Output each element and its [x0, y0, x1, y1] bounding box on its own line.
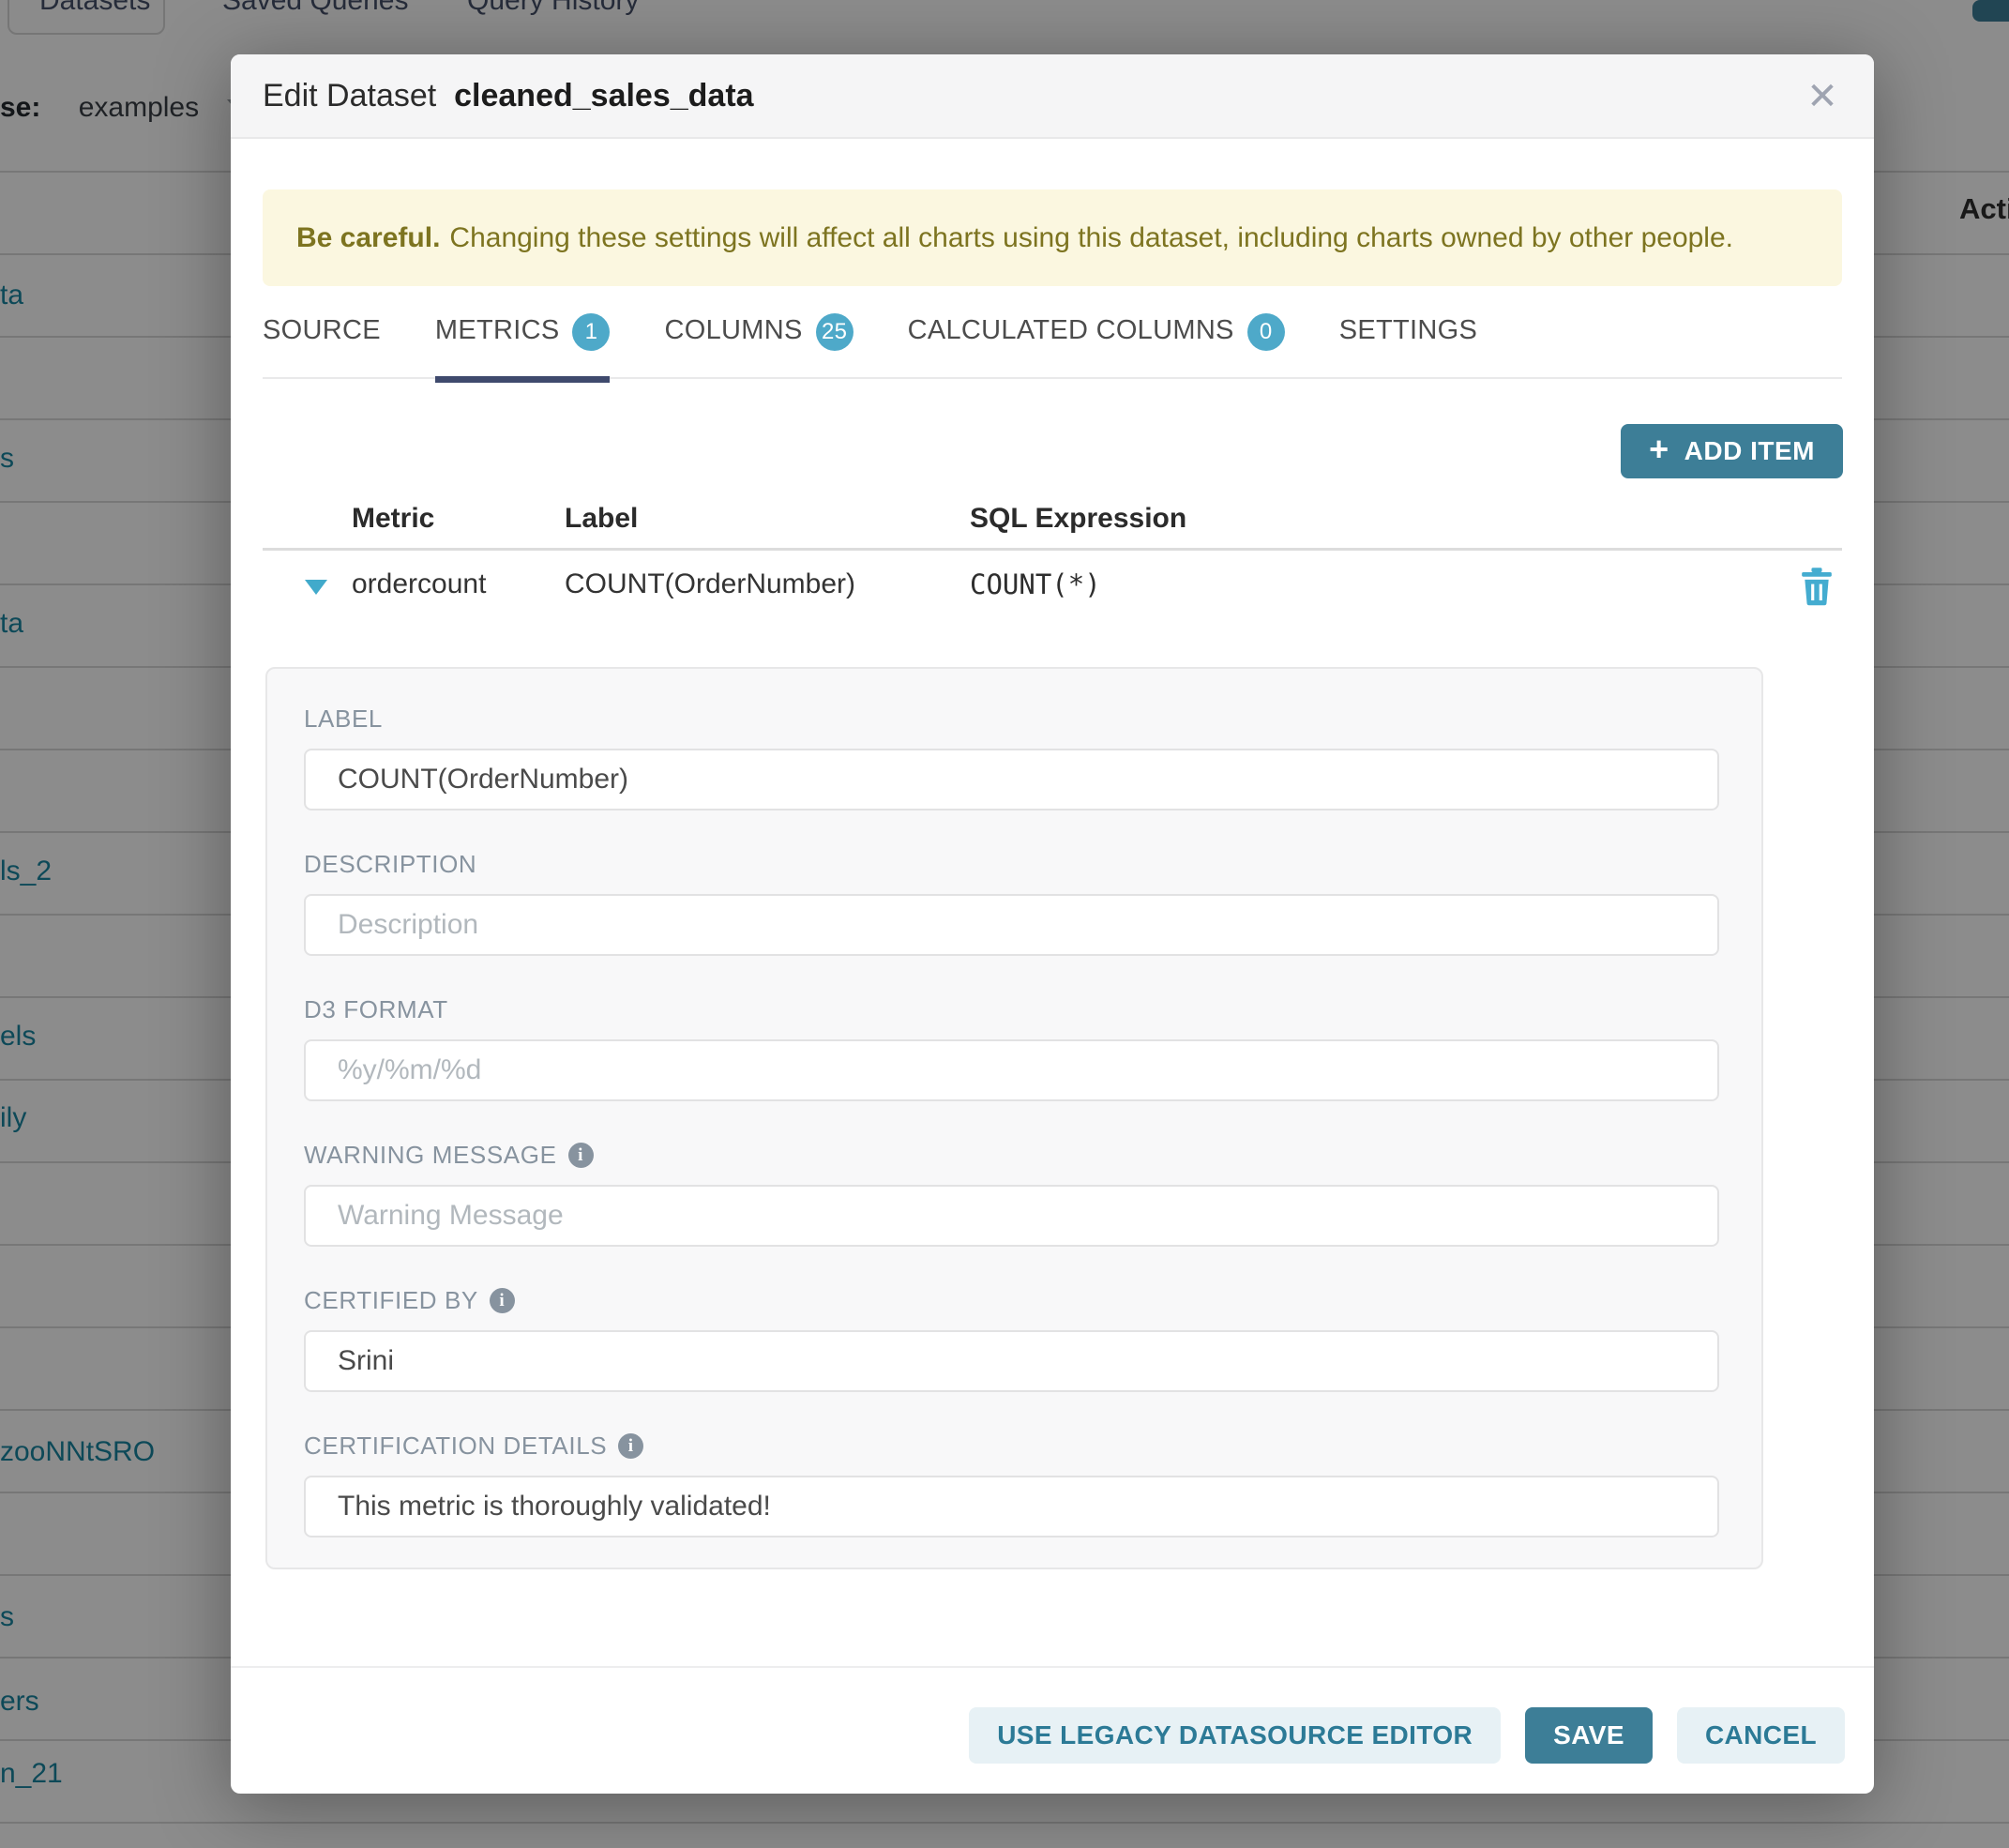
metrics-header-label: Label [565, 503, 638, 535]
save-button[interactable]: SAVE [1525, 1707, 1653, 1764]
tab-columns[interactable]: COLUMNS 25 [664, 310, 853, 383]
certified-by-input[interactable] [304, 1330, 1719, 1392]
close-icon[interactable]: ✕ [1799, 73, 1846, 120]
tab-columns-count-badge: 25 [816, 313, 853, 351]
tab-settings[interactable]: SETTINGS [1339, 310, 1477, 383]
metrics-header-metric: Metric [352, 503, 434, 535]
modal-title: Edit Dataset cleaned_sales_data [263, 78, 754, 114]
tab-metrics-label: METRICS [435, 315, 560, 346]
dataset-editor-tabs: SOURCE METRICS 1 COLUMNS 25 CALCULATED C… [263, 310, 1842, 379]
metrics-header-sql: SQL Expression [970, 503, 1186, 535]
metric-label: COUNT(OrderNumber) [565, 568, 855, 600]
collapse-caret-icon[interactable] [305, 580, 327, 595]
add-item-button[interactable]: + ADD ITEM [1621, 424, 1843, 478]
tab-calculated-columns-label: CALCULATED COLUMNS [908, 315, 1234, 346]
info-icon: i [568, 1143, 594, 1168]
label-text: CERTIFIED BY [304, 1286, 478, 1315]
modal-header: Edit Dataset cleaned_sales_data ✕ [231, 54, 1874, 139]
metric-row: ordercount COUNT(OrderNumber) COUNT(*) [231, 568, 1874, 613]
label-text: WARNING MESSAGE [304, 1141, 557, 1170]
modal-footer: USE LEGACY DATASOURCE EDITOR SAVE CANCEL [969, 1707, 1845, 1764]
modal-title-dataset-name: cleaned_sales_data [454, 78, 753, 114]
label-text: D3 FORMAT [304, 995, 448, 1024]
metric-name: ordercount [352, 568, 486, 600]
warning-banner-bold: Be careful. [296, 222, 440, 254]
tab-calculated-columns-count-badge: 0 [1247, 313, 1285, 351]
warning-banner: Be careful. Changing these settings will… [263, 189, 1842, 286]
warning-message-input[interactable] [304, 1185, 1719, 1247]
metric-sql-expression: COUNT(*) [970, 568, 1101, 600]
field-label-certification-details: CERTIFICATION DETAILS i [304, 1431, 1761, 1461]
delete-metric-trash-icon[interactable] [1799, 567, 1835, 606]
label-input[interactable] [304, 749, 1719, 810]
plus-icon: + [1649, 432, 1669, 466]
info-icon: i [490, 1288, 515, 1313]
field-label-description: DESCRIPTION [304, 850, 1761, 879]
metric-detail-panel: LABEL DESCRIPTION D3 FORMAT WARNING MESS… [265, 667, 1763, 1569]
label-text: DESCRIPTION [304, 850, 476, 879]
use-legacy-datasource-editor-button[interactable]: USE LEGACY DATASOURCE EDITOR [969, 1707, 1501, 1764]
metrics-header-divider [263, 548, 1842, 551]
field-label-d3-format: D3 FORMAT [304, 995, 1761, 1024]
edit-dataset-modal: Edit Dataset cleaned_sales_data ✕ Be car… [231, 54, 1874, 1794]
modal-title-prefix: Edit Dataset [263, 78, 436, 114]
field-label-label: LABEL [304, 704, 1761, 734]
warning-banner-text: Changing these settings will affect all … [449, 222, 1733, 254]
tab-settings-label: SETTINGS [1339, 315, 1477, 346]
tab-columns-label: COLUMNS [664, 315, 802, 346]
field-label-warning-message: WARNING MESSAGE i [304, 1141, 1761, 1170]
label-text: LABEL [304, 704, 383, 734]
tab-calculated-columns[interactable]: CALCULATED COLUMNS 0 [908, 310, 1285, 383]
tab-source-label: SOURCE [263, 315, 381, 346]
description-input[interactable] [304, 894, 1719, 956]
label-text: CERTIFICATION DETAILS [304, 1431, 607, 1461]
info-icon: i [618, 1433, 643, 1459]
tab-source[interactable]: SOURCE [263, 310, 381, 383]
add-item-label: ADD ITEM [1684, 436, 1815, 466]
certification-details-input[interactable] [304, 1476, 1719, 1537]
footer-divider [231, 1666, 1874, 1668]
d3-format-input[interactable] [304, 1039, 1719, 1101]
tab-metrics-count-badge: 1 [572, 313, 610, 351]
cancel-button[interactable]: CANCEL [1677, 1707, 1845, 1764]
field-label-certified-by: CERTIFIED BY i [304, 1286, 1761, 1315]
tab-metrics[interactable]: METRICS 1 [435, 310, 611, 383]
